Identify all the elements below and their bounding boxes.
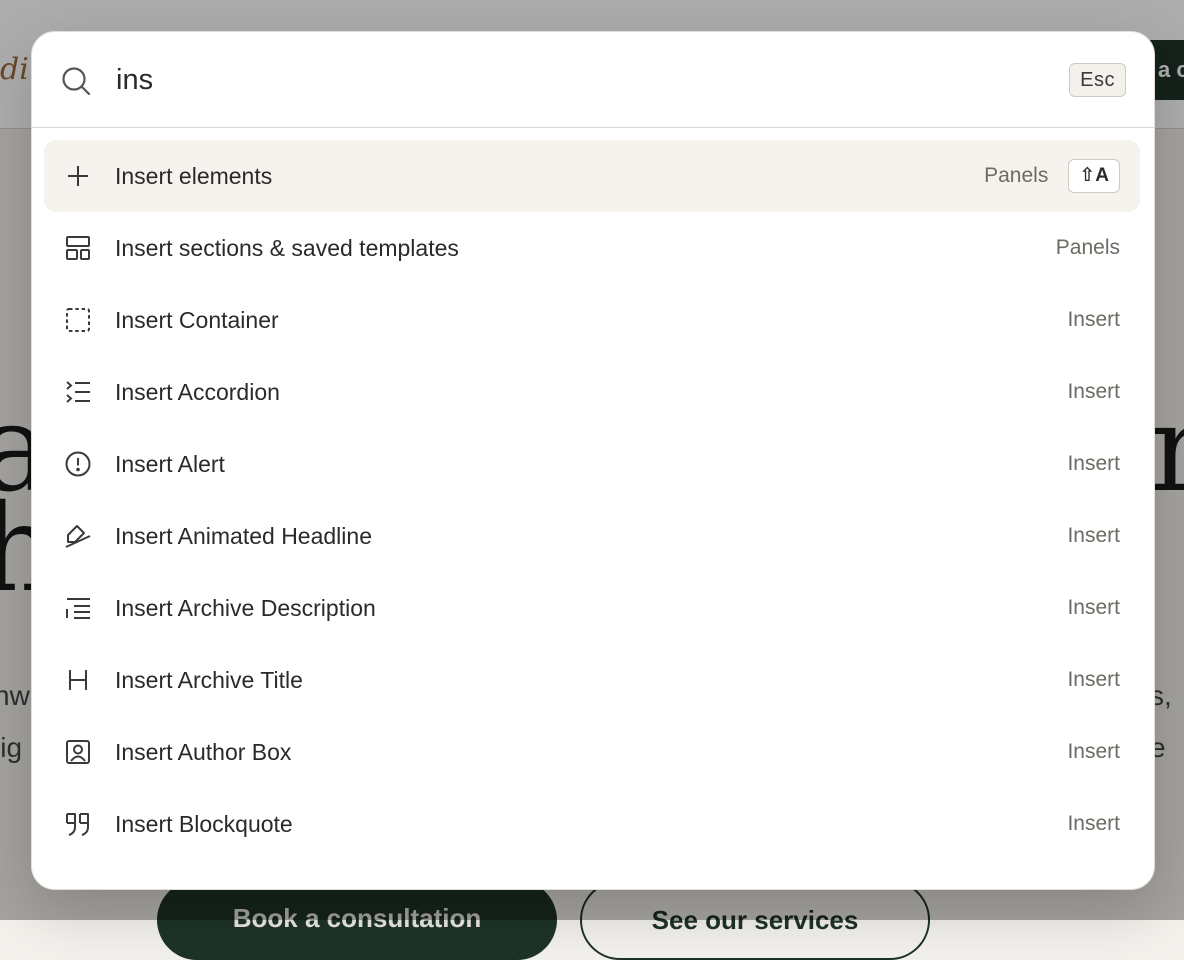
command-item-insert-elements[interactable]: Insert elements Panels ⇧A: [44, 140, 1140, 212]
command-item-insert-animated-headline[interactable]: Insert Animated Headline Insert: [44, 500, 1140, 572]
command-item-category: Panels: [984, 164, 1049, 187]
command-item-insert-blockquote[interactable]: Insert Blockquote Insert: [44, 788, 1140, 860]
command-item-category: Insert: [1067, 596, 1120, 619]
command-search-input[interactable]: [116, 56, 1016, 104]
container-dashed-icon: [64, 306, 92, 334]
command-item-insert-accordion[interactable]: Insert Accordion Insert: [44, 356, 1140, 428]
command-item-category: Insert: [1067, 524, 1120, 547]
command-item-insert-container[interactable]: Insert Container Insert: [44, 284, 1140, 356]
command-item-category: Insert: [1067, 812, 1120, 835]
command-search-bar: Esc: [32, 32, 1154, 128]
command-item-category: Insert: [1067, 740, 1120, 763]
search-icon: [60, 65, 92, 97]
text-description-icon: [64, 594, 92, 622]
author-box-icon: [64, 738, 92, 766]
command-results-list: Insert elements Panels ⇧A Insert section…: [44, 140, 1140, 860]
layout-templates-icon: [64, 234, 92, 262]
command-item-insert-alert[interactable]: Insert Alert Insert: [44, 428, 1140, 500]
command-item-insert-author-box[interactable]: Insert Author Box Insert: [44, 716, 1140, 788]
command-item-insert-sections[interactable]: Insert sections & saved templates Panels: [44, 212, 1140, 284]
highlighter-icon: [64, 522, 92, 550]
esc-key-button[interactable]: Esc: [1069, 63, 1126, 97]
command-item-insert-archive-title[interactable]: Insert Archive Title Insert: [44, 644, 1140, 716]
command-item-label: Insert Alert: [115, 451, 225, 477]
command-item-label: Insert Archive Description: [115, 595, 376, 621]
command-palette: Esc Insert elements Panels ⇧A Insert sec…: [31, 31, 1155, 890]
command-item-label: Insert Animated Headline: [115, 523, 372, 549]
command-item-label: Insert Author Box: [115, 739, 292, 765]
command-item-category: Insert: [1067, 308, 1120, 331]
shortcut-badge: ⇧A: [1068, 159, 1120, 193]
command-item-category: Insert: [1067, 668, 1120, 691]
command-item-label: Insert sections & saved templates: [115, 235, 459, 261]
command-item-label: Insert Blockquote: [115, 811, 293, 837]
command-item-category: Insert: [1067, 380, 1120, 403]
command-item-category: Insert: [1067, 452, 1120, 475]
command-item-label: Insert elements: [115, 163, 273, 189]
plus-icon: [64, 162, 92, 190]
blockquote-icon: [64, 810, 92, 838]
command-item-category: Panels: [1055, 236, 1120, 259]
alert-circle-icon: [64, 450, 92, 478]
command-item-label: Insert Archive Title: [115, 667, 303, 693]
command-item-label: Insert Container: [115, 307, 279, 333]
heading-h-icon: [64, 666, 92, 694]
accordion-list-icon: [64, 378, 92, 406]
command-item-insert-archive-description[interactable]: Insert Archive Description Insert: [44, 572, 1140, 644]
command-item-label: Insert Accordion: [115, 379, 280, 405]
